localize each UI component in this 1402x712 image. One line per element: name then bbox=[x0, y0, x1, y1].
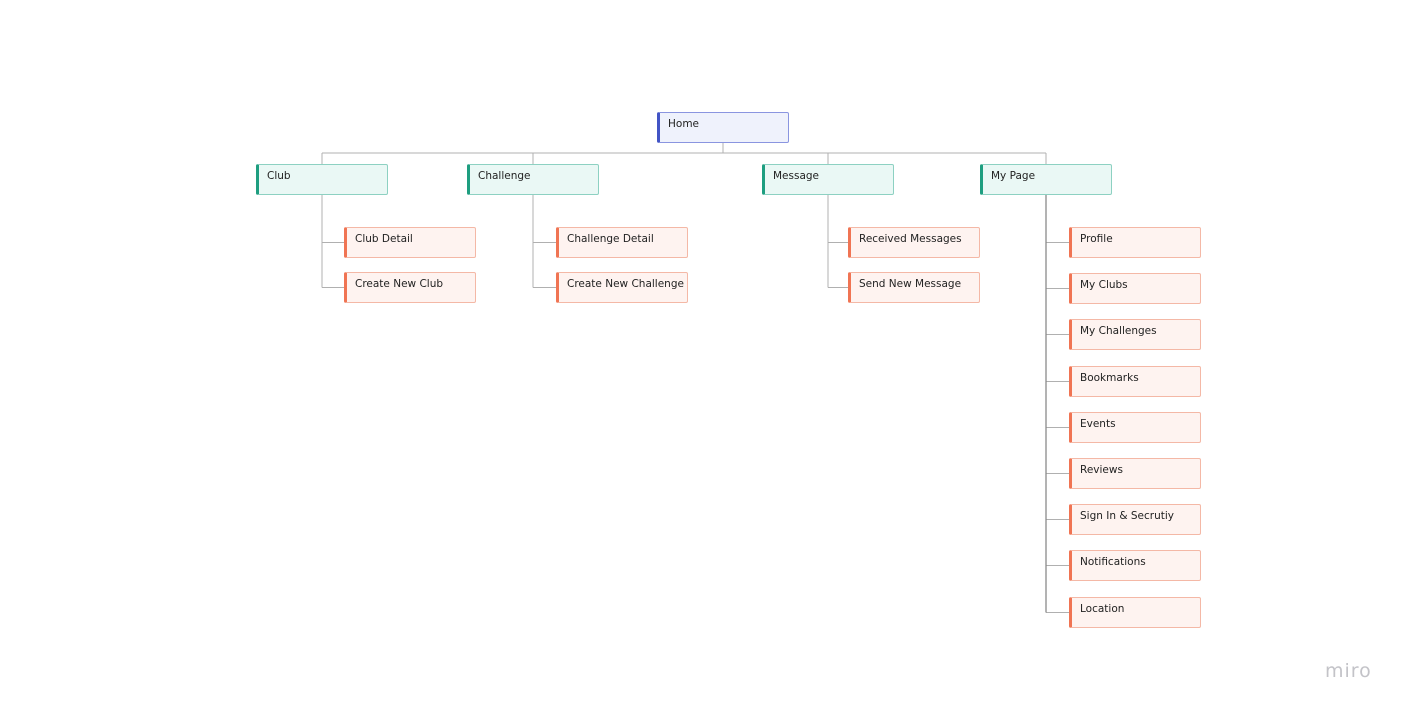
node-child[interactable]: Received Messages bbox=[848, 227, 980, 258]
node-child[interactable]: Profile bbox=[1069, 227, 1201, 258]
node-label: Location bbox=[1080, 603, 1125, 615]
node-label: Bookmarks bbox=[1080, 372, 1139, 384]
node-label: My Challenges bbox=[1080, 325, 1157, 337]
node-message[interactable]: Message bbox=[762, 164, 894, 195]
node-child[interactable]: Sign In & Secrutiy bbox=[1069, 504, 1201, 535]
node-label: Received Messages bbox=[859, 233, 962, 245]
node-label: My Page bbox=[991, 170, 1036, 182]
node-home[interactable]: Home bbox=[657, 112, 789, 143]
node-child[interactable]: Reviews bbox=[1069, 458, 1201, 489]
node-child[interactable]: My Challenges bbox=[1069, 319, 1201, 350]
node-label: Club Detail bbox=[355, 233, 413, 245]
node-child[interactable]: Create New Challenge bbox=[556, 272, 688, 303]
node-label: Create New Club bbox=[355, 278, 444, 290]
node-child[interactable]: Create New Club bbox=[344, 272, 476, 303]
node-label: Message bbox=[773, 170, 820, 182]
node-child[interactable]: Notifications bbox=[1069, 550, 1201, 581]
node-label: Challenge bbox=[478, 170, 531, 182]
node-label: Sign In & Secrutiy bbox=[1080, 510, 1174, 522]
node-challenge[interactable]: Challenge bbox=[467, 164, 599, 195]
node-label: Home bbox=[668, 118, 700, 130]
node-label: Send New Message bbox=[859, 278, 962, 290]
node-child[interactable]: Bookmarks bbox=[1069, 366, 1201, 397]
node-my-page[interactable]: My Page bbox=[980, 164, 1112, 195]
node-label: My Clubs bbox=[1080, 279, 1128, 291]
node-label: Profile bbox=[1080, 233, 1113, 245]
node-child[interactable]: Events bbox=[1069, 412, 1201, 443]
node-label: Notifications bbox=[1080, 556, 1146, 568]
node-child[interactable]: Location bbox=[1069, 597, 1201, 628]
node-child[interactable]: Send New Message bbox=[848, 272, 980, 303]
node-label: Events bbox=[1080, 418, 1116, 430]
node-child[interactable]: Challenge Detail bbox=[556, 227, 688, 258]
node-child[interactable]: My Clubs bbox=[1069, 273, 1201, 304]
node-label: Reviews bbox=[1080, 464, 1123, 476]
node-child[interactable]: Club Detail bbox=[344, 227, 476, 258]
miro-logo: miro bbox=[1325, 660, 1372, 682]
node-label: Club bbox=[267, 170, 291, 182]
node-label: Challenge Detail bbox=[567, 233, 654, 245]
node-label: Create New Challenge bbox=[567, 278, 684, 290]
node-club[interactable]: Club bbox=[256, 164, 388, 195]
